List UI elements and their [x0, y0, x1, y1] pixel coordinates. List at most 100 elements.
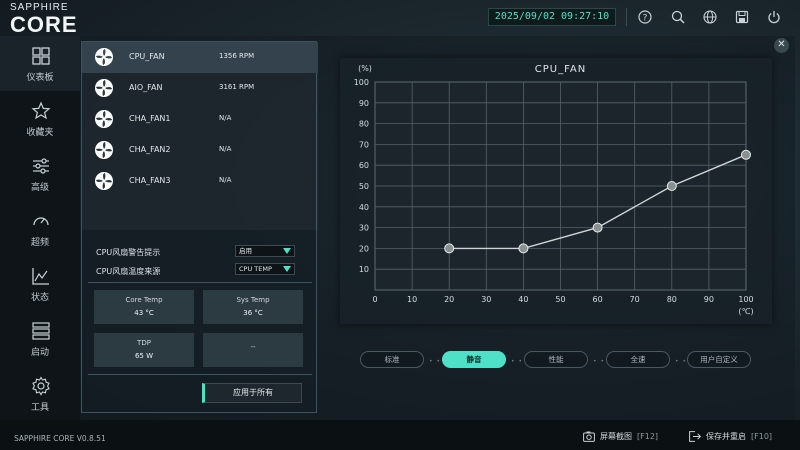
fan-row-cha-fan1[interactable]: CHA_FAN1 N/A — [82, 104, 318, 135]
help-icon[interactable]: ? — [637, 9, 653, 25]
close-button[interactable]: ✕ — [774, 38, 789, 53]
app-logo: SAPPHIRE CORE — [10, 3, 78, 36]
fan-icon — [95, 172, 113, 190]
apply-to-all-button[interactable]: 应用于所有 — [202, 383, 302, 403]
fan-name: CPU_FAN — [129, 52, 165, 61]
fan-name: CHA_FAN3 — [129, 176, 171, 185]
x-tick-label: 40 — [518, 295, 528, 304]
card-value: 65 W — [134, 352, 154, 360]
fan-preset-bar: 标准 • • 静音 • • 性能 • • 全速 • • 用户自定义 — [360, 351, 755, 369]
x-tick-label: 90 — [704, 295, 714, 304]
screenshot-key: [F12] — [637, 432, 659, 441]
fan-panel: CPU_FAN 1356 RPM AIO_FAN 3161 RPM CHA_FA… — [81, 41, 318, 413]
fan-warning-label: CPU风扇警告提示 — [96, 248, 161, 257]
preset-separator: • • — [675, 358, 687, 365]
x-tick-label: 60 — [593, 295, 603, 304]
y-tick-label: 20 — [359, 244, 369, 253]
sidebar-item-favorites[interactable]: 收藏夹 — [0, 91, 80, 146]
chart-icon — [32, 268, 49, 285]
app-version: SAPPHIRE CORE V0.8.51 — [14, 434, 106, 443]
fan-speed: N/A — [219, 145, 232, 153]
power-icon[interactable] — [766, 9, 782, 25]
exit-icon — [689, 431, 701, 442]
card-title: Sys Temp — [236, 296, 270, 304]
fan-name: CHA_FAN1 — [129, 114, 171, 123]
sidebar-item-advanced[interactable]: 高级 — [0, 146, 80, 201]
sliders-icon — [33, 158, 49, 174]
fan-icon — [95, 79, 113, 97]
sidebar-item-overclock[interactable]: 超频 — [0, 201, 80, 256]
preset-separator: • • — [511, 358, 523, 365]
chart-title: CPU_FAN — [535, 64, 587, 75]
save-icon[interactable] — [734, 9, 750, 25]
x-tick-label: 50 — [555, 295, 565, 304]
fan-warning-select[interactable]: 启用 — [235, 245, 295, 257]
screenshot-button[interactable]: 屏幕截图 [F12] — [583, 431, 658, 442]
preset-standard[interactable]: 标准 — [360, 351, 424, 368]
preset-silent[interactable]: 静音 — [442, 351, 506, 368]
x-tick-label: 70 — [630, 295, 640, 304]
divider — [88, 282, 312, 283]
save-restart-button[interactable]: 保存并重启 [F10] — [689, 431, 772, 442]
datetime-display: 2025/09/02 09:27:10 — [488, 8, 616, 26]
x-tick-label: 80 — [667, 295, 677, 304]
svg-text:?: ? — [643, 14, 648, 24]
sidebar-item-dashboard[interactable]: 仪表板 — [0, 36, 80, 91]
fan-row-aio-fan[interactable]: AIO_FAN 3161 RPM — [82, 73, 318, 104]
preset-performance[interactable]: 性能 — [524, 351, 588, 368]
y-axis-label: (%) — [358, 64, 372, 73]
preset-separator: • • — [429, 358, 441, 365]
curve-point-4[interactable] — [666, 181, 677, 191]
curve-point-5[interactable] — [741, 149, 751, 160]
sidebar-item-label: 高级 — [30, 183, 49, 193]
fan-icon — [95, 48, 113, 66]
sidebar-item-label: 工具 — [30, 403, 49, 413]
sidebar-item-label: 启动 — [30, 348, 49, 358]
fan-warning-value: 启用 — [239, 247, 252, 255]
card-value: 36 °C — [243, 309, 263, 317]
fan-list: CPU_FAN 1356 RPM AIO_FAN 3161 RPM CHA_FA… — [82, 42, 318, 230]
card-title: -- — [250, 343, 256, 351]
sidebar-item-startup[interactable]: 启动 — [0, 311, 80, 366]
sys-temp-card: Sys Temp 36 °C — [203, 290, 303, 324]
fan-row-cha-fan2[interactable]: CHA_FAN2 N/A — [82, 135, 318, 166]
fan-row-cha-fan3[interactable]: CHA_FAN3 N/A — [82, 166, 318, 197]
x-tick-label: 10 — [407, 295, 417, 304]
sidebar-item-label: 仪表板 — [26, 73, 54, 83]
sidebar-item-label: 超频 — [30, 238, 49, 248]
card-title: Core Temp — [125, 296, 163, 304]
curve-point-3[interactable] — [592, 222, 603, 233]
preset-full-speed[interactable]: 全速 — [606, 351, 670, 368]
card-value: 43 °C — [134, 309, 154, 317]
footer: SAPPHIRE CORE V0.8.51 屏幕截图 [F12] 保存并重启 [… — [0, 420, 800, 450]
x-tick-label: 100 — [738, 295, 753, 304]
curve-point-2[interactable] — [518, 243, 529, 254]
fan-icon — [95, 110, 113, 128]
star-icon — [31, 101, 51, 120]
top-bar: SAPPHIRE CORE 2025/09/02 09:27:10 ? — [0, 0, 800, 36]
search-icon[interactable] — [670, 9, 686, 25]
curve-point-1[interactable] — [444, 243, 455, 254]
fan-speed: N/A — [219, 114, 232, 122]
card-title: TDP — [137, 339, 151, 347]
x-tick-label: 30 — [481, 295, 491, 304]
fan-speed: N/A — [219, 176, 232, 184]
y-tick-label: 60 — [359, 161, 369, 170]
y-tick-label: 100 — [354, 78, 369, 87]
sidebar-item-label: 收藏夹 — [26, 128, 54, 138]
fan-row-cpu-fan[interactable]: CPU_FAN 1356 RPM — [82, 42, 318, 73]
temp-source-select[interactable]: CPU TEMP — [235, 263, 295, 275]
fan-name: CHA_FAN2 — [129, 145, 171, 154]
sidebar-item-tools[interactable]: 工具 — [0, 366, 80, 421]
screenshot-label: 屏幕截图 — [600, 432, 632, 441]
preset-custom[interactable]: 用户自定义 — [687, 351, 751, 368]
divider — [88, 374, 312, 375]
sidebar-item-status[interactable]: 状态 — [0, 256, 80, 311]
fan-curve-svg[interactable]: 0 10 20 30 40 50 60 70 80 90 100 10 20 30 40 50 60 70 80 90… — [340, 58, 772, 324]
y-tick-label: 10 — [359, 265, 369, 274]
camera-icon — [583, 431, 595, 442]
y-tick-label: 80 — [359, 120, 369, 129]
save-restart-key: [F10] — [751, 432, 773, 441]
globe-icon[interactable] — [702, 9, 718, 25]
save-restart-label: 保存并重启 — [706, 432, 746, 441]
